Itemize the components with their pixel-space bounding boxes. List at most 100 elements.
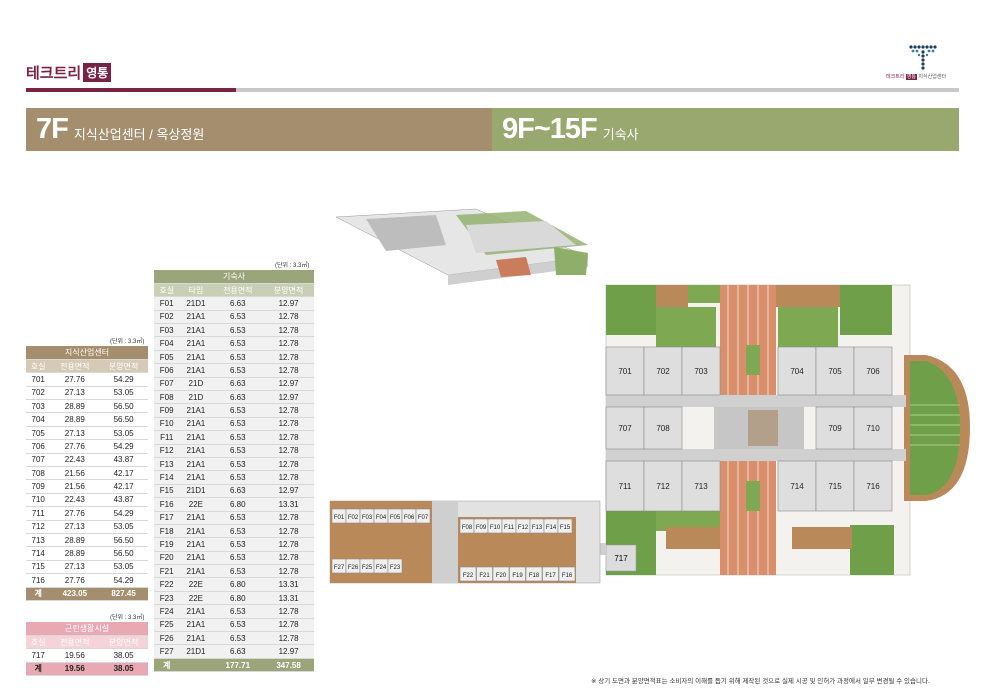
table-cell: 6.53	[212, 350, 264, 365]
table-cell: 22.43	[50, 453, 100, 468]
banner-9-15f-floor: 9F~15F	[502, 113, 598, 145]
table-cell: F06	[154, 363, 180, 378]
table-row: 710 22.43 43.87	[26, 493, 148, 508]
table-cell: F25	[154, 618, 180, 633]
table-cell: 713	[26, 533, 51, 548]
dormitory-area-table: 기숙사 호실 타입 전용면적 분양면적 F01 21D1 6.63 12.97 F02 21A1 6.…	[154, 270, 314, 673]
table-cell: 6.63	[212, 484, 264, 499]
unit-label: F26	[348, 565, 359, 571]
table-cell: F13	[154, 457, 180, 472]
table-cell: 6.63	[212, 644, 264, 659]
table-cell: 42.17	[99, 466, 148, 481]
table-row: 708 21.56 42.17	[26, 466, 148, 481]
table-cell: 21.56	[50, 479, 100, 494]
table-cell: F23	[154, 591, 180, 606]
table-cell: F17	[154, 511, 180, 525]
table-header: 분양면적	[99, 635, 148, 650]
table-cell: 6.63	[212, 390, 264, 405]
table-cell: 21.56	[50, 466, 100, 481]
unit-label: 704	[790, 367, 804, 376]
table-cell: 6.80	[212, 577, 264, 592]
table-row: 703 28.89 56.50	[26, 399, 148, 414]
table-title: 기숙사	[154, 270, 314, 284]
table-cell: 704	[26, 412, 51, 427]
table-row: F12 21A1 6.53 12.78	[154, 444, 314, 458]
table-cell: 21A1	[179, 618, 213, 633]
table-row: 705 27.13 53.05	[26, 426, 148, 441]
unit-label: F23	[390, 565, 401, 571]
table-cell: 54.29	[99, 372, 148, 387]
table-cell: 710	[26, 493, 51, 508]
table-row: F02 21A1 6.53 12.78	[154, 310, 314, 325]
table-row: F18 21A1 6.53 12.78	[154, 524, 314, 539]
table-cell: F04	[154, 336, 180, 351]
banner-7f: 7F 지식산업센터 / 옥상정원	[26, 108, 492, 151]
unit-label: 715	[828, 482, 842, 491]
table-cell: 21A1	[179, 604, 213, 619]
unit-label-knowledge: (단위 : 3.3㎡)	[110, 339, 145, 345]
table-header: 분양면적	[99, 359, 148, 374]
table-cell: 13.31	[263, 591, 314, 606]
table-cell: F08	[154, 390, 180, 405]
brand-tag: 영통	[83, 63, 112, 82]
table-cell: 56.50	[99, 412, 148, 427]
unit-label: F15	[560, 525, 571, 531]
table-row: 716 27.76 54.29	[26, 573, 148, 588]
unit-label: 711	[619, 482, 632, 491]
table-cell: F05	[154, 350, 180, 365]
header-divider	[26, 88, 959, 92]
banner-7f-label: 지식산업센터 / 옥상정원	[73, 127, 205, 142]
table-cell: 21D	[179, 377, 213, 392]
table-cell: 12.78	[263, 604, 314, 619]
unit-label: F07	[418, 515, 429, 521]
table-row: F01 21D1 6.63 12.97	[154, 296, 314, 311]
unit-label: F12	[518, 525, 529, 531]
table-cell: F11	[154, 430, 180, 445]
table-cell: 12.78	[263, 363, 314, 378]
table-cell: 27.13	[50, 386, 100, 401]
table-cell: 12.97	[263, 390, 314, 405]
table-row: 713 28.89 56.50	[26, 533, 148, 548]
table-total-cell: 38.05	[99, 662, 148, 677]
unit-label: F09	[476, 525, 487, 531]
unit-label: 707	[618, 424, 632, 433]
table-row: F22 22E 6.80 13.31	[154, 577, 314, 592]
table-row: F03 21A1 6.53 12.78	[154, 323, 314, 338]
unit-label: F03	[362, 515, 373, 521]
unit-label: 716	[866, 482, 880, 491]
table-row: F09 21A1 6.53 12.78	[154, 403, 314, 418]
table-row: F27 21D1 6.63 12.97	[154, 644, 314, 659]
table-cell: 21A1	[179, 310, 213, 325]
table-cell: 12.97	[263, 484, 314, 499]
unit-label: F02	[348, 515, 359, 521]
table-cell: 6.53	[212, 551, 264, 566]
table-cell: 21D	[179, 390, 213, 405]
table-total-row: 계 19.56 38.05	[26, 662, 148, 677]
unit-label: 708	[656, 424, 670, 433]
table-cell: 21A1	[179, 403, 213, 418]
table-cell: 43.87	[99, 453, 148, 468]
table-cell: 6.53	[212, 511, 264, 525]
table-cell: 6.53	[212, 564, 264, 579]
table-cell: 12.97	[263, 296, 314, 311]
table-cell: F18	[154, 524, 180, 539]
table-row: 712 27.13 53.05	[26, 520, 148, 534]
table-total-row: 계 423.05 827.45	[26, 587, 148, 601]
table-row: F23 22E 6.80 13.31	[154, 591, 314, 606]
table-cell: F10	[154, 417, 180, 432]
building-3d-thumbnail	[335, 208, 589, 285]
table-row: 717 19.56 38.05	[26, 648, 148, 663]
logo-label-tag: 영통	[905, 74, 917, 80]
unit-label: F01	[334, 515, 345, 521]
table-cell: 702	[26, 386, 51, 401]
table-cell: 28.89	[50, 399, 100, 414]
table-header: 전용면적	[212, 283, 264, 298]
table-total-cell: 423.05	[50, 587, 100, 601]
table-row: F20 21A1 6.53 12.78	[154, 551, 314, 566]
table-cell: 38.05	[99, 648, 148, 663]
table-cell: 21A1	[179, 417, 213, 432]
table-cell: 28.89	[50, 546, 100, 561]
unit-label: F25	[362, 565, 373, 571]
table-row: 706 27.76 54.29	[26, 439, 148, 454]
table-cell: 708	[26, 466, 51, 481]
